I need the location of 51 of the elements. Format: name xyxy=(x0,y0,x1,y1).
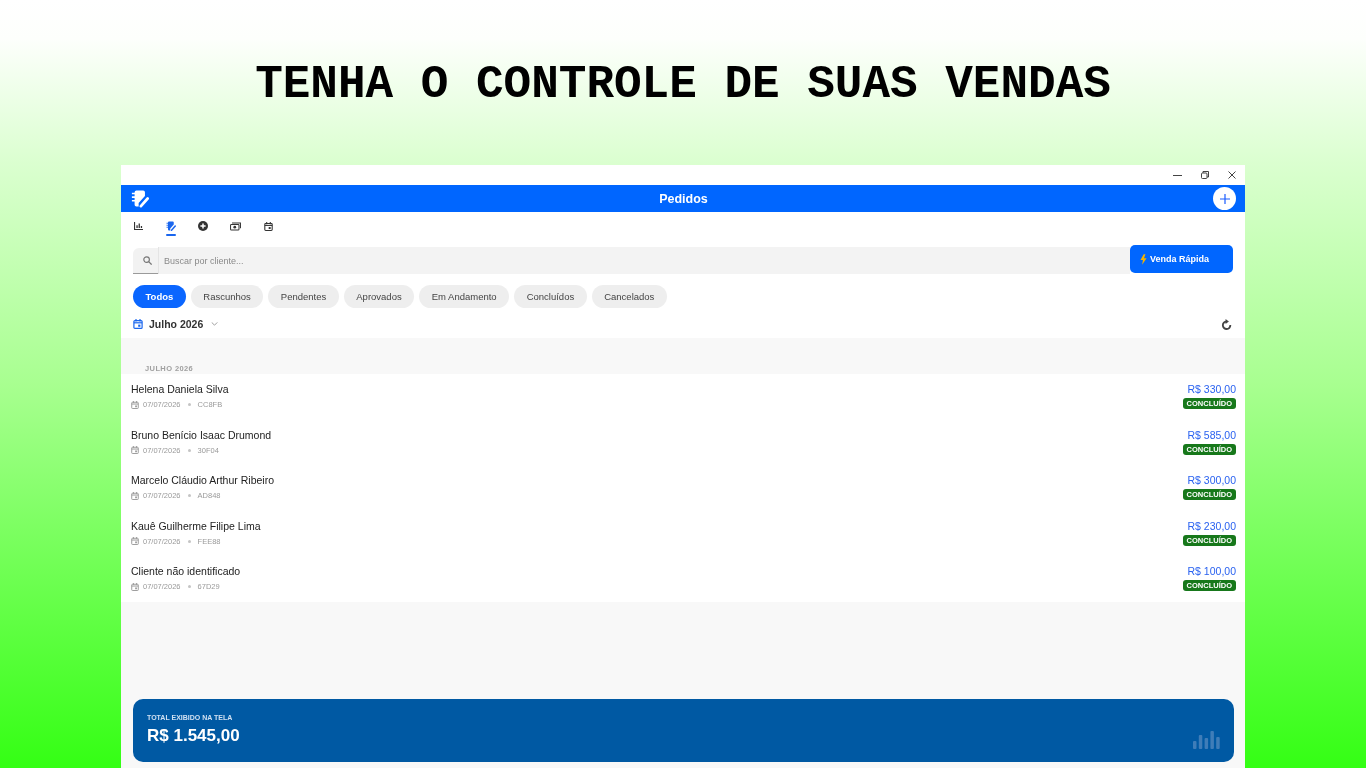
refresh-button[interactable] xyxy=(1221,318,1232,330)
close-icon xyxy=(1227,171,1236,179)
calendar-icon xyxy=(131,537,139,545)
refresh-icon xyxy=(1221,318,1232,330)
calendar-icon xyxy=(131,400,139,409)
lightning-icon xyxy=(1140,253,1147,265)
bullet-icon xyxy=(187,448,191,452)
bar-chart-icon xyxy=(1193,729,1220,749)
customer-name[interactable]: Helena Daniela Silva xyxy=(131,383,229,395)
customer-name[interactable]: Cliente não identificado xyxy=(131,565,241,577)
calendar-icon xyxy=(133,319,143,329)
minimize-icon xyxy=(1173,174,1182,176)
order-amount: R$ 585,00 xyxy=(1187,428,1236,441)
bullet-icon xyxy=(187,403,191,406)
filter-chip[interactable]: Aprovados xyxy=(343,285,415,308)
notebook-pencil-icon xyxy=(165,221,176,231)
headline: TENHA O CONTROLE DE SUAS VENDAS xyxy=(255,58,1111,111)
plus-icon xyxy=(1219,193,1230,204)
customer-name[interactable]: Marcelo Cláudio Arthur Ribeiro xyxy=(131,474,274,486)
bullet-icon xyxy=(187,494,191,497)
calendar-icon xyxy=(131,582,139,591)
chevron-down-icon xyxy=(211,322,219,326)
filter-chip[interactable]: Em Andamento xyxy=(419,285,510,308)
bar-chart-icon xyxy=(133,222,143,230)
plus-circle-icon xyxy=(198,221,208,231)
customer-name[interactable]: Bruno Benício Isaac Drumond xyxy=(131,428,272,441)
order-amount: R$ 330,00 xyxy=(1187,383,1236,395)
calendar-icon xyxy=(131,446,139,454)
search-field[interactable]: Buscar por cliente... xyxy=(133,248,1130,274)
calendar-icon xyxy=(263,221,273,231)
add-button[interactable] xyxy=(1213,187,1236,210)
filter-chip[interactable]: Cancelados xyxy=(591,285,667,308)
filter-chip[interactable]: Rascunhos xyxy=(190,285,264,308)
banknote-icon xyxy=(230,221,241,231)
quick-sale-button[interactable]: Venda Rápida xyxy=(1130,245,1233,273)
order-amount: R$ 300,00 xyxy=(1187,474,1236,486)
filter-chip[interactable]: Pendentes xyxy=(268,285,339,308)
total-value: R$ 1.545,00 xyxy=(147,726,240,746)
filter-chip[interactable]: Todos xyxy=(133,285,186,308)
restore-icon xyxy=(1200,171,1209,179)
order-amount: R$ 100,00 xyxy=(1187,565,1236,577)
month-picker[interactable]: Julho 2026 xyxy=(133,316,219,332)
calendar-icon xyxy=(131,491,139,500)
bullet-icon xyxy=(187,585,191,588)
bullet-icon xyxy=(187,539,191,543)
page-title: Pedidos xyxy=(659,191,708,206)
order-amount: R$ 230,00 xyxy=(1187,519,1236,532)
search-icon xyxy=(143,256,152,265)
filter-chip[interactable]: Concluídos xyxy=(514,285,587,308)
customer-name[interactable]: Kauê Guilherme Filipe Lima xyxy=(131,519,261,532)
notebook-pencil-icon xyxy=(131,189,149,208)
